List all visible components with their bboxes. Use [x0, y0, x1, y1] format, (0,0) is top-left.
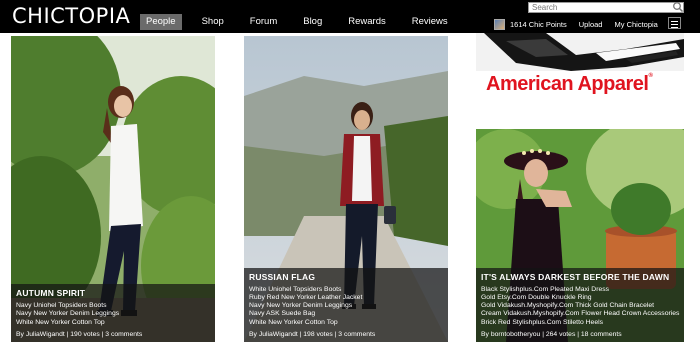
ad-photo [476, 33, 684, 71]
nav-blog[interactable]: Blog [297, 14, 328, 30]
caption: IT'S ALWAYS DARKEST BEFORE THE DAWN Blac… [476, 267, 684, 342]
outfit-title[interactable]: RUSSIAN FLAG [249, 272, 443, 282]
byline[interactable]: By JuliaWigandt | 198 votes | 3 comments [249, 330, 443, 339]
nav-reviews[interactable]: Reviews [406, 14, 454, 30]
nav-shop[interactable]: Shop [196, 14, 230, 30]
search-icon[interactable] [672, 1, 684, 13]
avatar[interactable] [494, 18, 505, 30]
outfit-card[interactable]: IT'S ALWAYS DARKEST BEFORE THE DAWN Blac… [476, 129, 684, 342]
top-bar: CHICTOPIA People Shop Forum Blog Rewards… [0, 0, 700, 33]
nav-people[interactable]: People [140, 14, 182, 30]
garment-link[interactable]: Brick Red Stylishplus.Com Stiletto Heels [481, 319, 679, 327]
garment-link[interactable]: Navy Uniohel Topsiders Boots [16, 302, 210, 310]
garment-link[interactable]: Navy ASK Suede Bag [249, 310, 443, 318]
garment-link[interactable]: White Uniohel Topsiders Boots [249, 286, 443, 294]
search-input[interactable]: Search [528, 2, 684, 13]
byline[interactable]: By borntobotheryou | 264 votes | 18 comm… [481, 330, 679, 339]
garment-link[interactable]: Cream Vidakush.Myshopify.Com Flower Head… [481, 310, 679, 318]
user-area: 1614 Chic Points Upload My Chictopia [494, 17, 670, 31]
nav-forum[interactable]: Forum [244, 14, 283, 30]
garment-link[interactable]: Navy New Yorker Denim Leggings [16, 310, 210, 318]
garment-link[interactable]: White New Yorker Cotton Top [16, 319, 210, 327]
garment-link[interactable]: Gold Vidakush.Myshopify.Com Thick Gold C… [481, 302, 679, 310]
main-nav: People Shop Forum Blog Rewards Reviews [140, 14, 454, 30]
garment-link[interactable]: Gold Etsy.Com Double Knuckle Ring [481, 294, 679, 302]
chic-points-link[interactable]: 1614 Chic Points [510, 20, 567, 29]
ad-brand: American Apparel® [486, 73, 653, 95]
site-logo[interactable]: CHICTOPIA [12, 4, 130, 28]
garment-link[interactable]: White New Yorker Cotton Top [249, 319, 443, 327]
garment-link[interactable]: Navy New Yorker Denim Leggings [249, 302, 443, 310]
caption: RUSSIAN FLAG White Uniohel Topsiders Boo… [244, 267, 448, 342]
menu-icon[interactable] [668, 17, 681, 29]
outfit-card[interactable]: RUSSIAN FLAG White Uniohel Topsiders Boo… [244, 36, 448, 342]
advertisement[interactable]: American Apparel® [476, 33, 684, 95]
nav-rewards[interactable]: Rewards [342, 14, 392, 30]
my-chictopia-link[interactable]: My Chictopia [614, 20, 657, 29]
outfit-title[interactable]: AUTUMN SPIRIT [16, 288, 210, 298]
caption: AUTUMN SPIRIT Navy Uniohel Topsiders Boo… [11, 284, 215, 342]
garment-link[interactable]: Black Stylishplus.Com Pleated Maxi Dress [481, 286, 679, 294]
outfit-card[interactable]: AUTUMN SPIRIT Navy Uniohel Topsiders Boo… [11, 36, 215, 342]
upload-link[interactable]: Upload [579, 20, 603, 29]
byline[interactable]: By JuliaWigandt | 190 votes | 3 comments [16, 330, 210, 339]
page: CHICTOPIA People Shop Forum Blog Rewards… [0, 0, 700, 360]
garment-link[interactable]: Ruby Red New Yorker Leather Jacket [249, 294, 443, 302]
outfit-title[interactable]: IT'S ALWAYS DARKEST BEFORE THE DAWN [481, 272, 679, 282]
